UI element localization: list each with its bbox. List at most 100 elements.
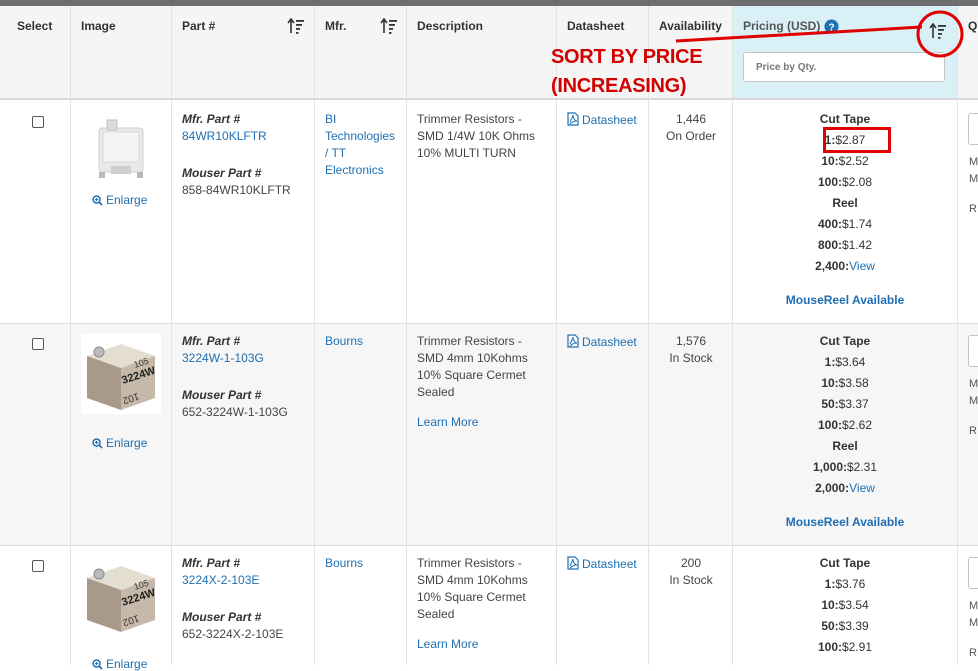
sort-price-icon[interactable] bbox=[929, 23, 947, 39]
datasheet-link[interactable]: Datasheet bbox=[567, 556, 637, 571]
enlarge-link[interactable]: Enlarge bbox=[92, 193, 147, 207]
right-edge-text: M bbox=[969, 600, 978, 612]
mouser-part-label: Mouser Part # bbox=[182, 166, 262, 180]
datasheet-label: Datasheet bbox=[582, 113, 637, 127]
reel-label: Reel bbox=[832, 196, 858, 210]
price-by-qty-input[interactable] bbox=[743, 52, 945, 82]
cut-tape-label: Cut Tape bbox=[819, 334, 871, 348]
svg-text:?: ? bbox=[828, 22, 834, 33]
quantity-input[interactable] bbox=[968, 557, 978, 589]
right-edge-text: M bbox=[969, 395, 978, 407]
datasheet-label: Datasheet bbox=[582, 335, 637, 349]
row-select-checkbox[interactable] bbox=[32, 560, 44, 572]
header-select: Select bbox=[17, 19, 53, 33]
header-availability[interactable]: Availability bbox=[659, 19, 722, 33]
header-quantity: Q bbox=[968, 19, 978, 33]
col-divider bbox=[556, 6, 557, 665]
description-line: Sealed bbox=[417, 607, 455, 621]
col-divider bbox=[406, 6, 407, 665]
description: Trimmer Resistors - SMD 1/4W 10K Ohms 10… bbox=[417, 111, 547, 162]
manufacturer-link[interactable]: BI Technologies / TT Electronics bbox=[325, 111, 403, 179]
datasheet-label: Datasheet bbox=[582, 557, 637, 571]
mfr-part-block: Mfr. Part # 84WR10KLFTR Mouser Part # 85… bbox=[182, 111, 291, 199]
manufacturer-link[interactable]: Bourns bbox=[325, 333, 403, 350]
header-image: Image bbox=[81, 19, 116, 33]
header-description: Description bbox=[417, 19, 484, 33]
mfr-part-link[interactable]: 3224X-2-103E bbox=[182, 572, 283, 589]
availability-status: In Stock bbox=[669, 351, 713, 365]
availability-qty: 1,576 bbox=[675, 334, 707, 348]
row-select-checkbox[interactable] bbox=[32, 116, 44, 128]
quantity-input[interactable] bbox=[968, 113, 978, 145]
pdf-icon bbox=[567, 334, 579, 348]
mfr-line: / TT bbox=[325, 146, 347, 160]
right-edge-text: R bbox=[969, 203, 977, 215]
learn-more-link[interactable]: Learn More bbox=[417, 414, 547, 431]
description-line: SMD 4mm 10Kohms bbox=[417, 573, 528, 587]
price-break: 100:$2.91 bbox=[817, 640, 873, 654]
enlarge-link[interactable]: Enlarge bbox=[92, 657, 147, 671]
datasheet-link[interactable]: Datasheet bbox=[567, 112, 637, 127]
learn-more-link[interactable]: Learn More bbox=[417, 636, 547, 653]
mouser-part-number: 652-3224W-1-103G bbox=[182, 405, 288, 419]
annotation-text: (INCREASING) bbox=[551, 75, 687, 97]
mfr-part-label: Mfr. Part # bbox=[182, 334, 241, 348]
quantity-input[interactable] bbox=[968, 335, 978, 367]
price-break: 1:$3.76 bbox=[824, 577, 866, 591]
price-breaks: Cut Tape 1:$3.64 10:$3.58 50:$3.37 100:$… bbox=[733, 333, 957, 501]
header-pricing[interactable]: Pricing (USD) bbox=[743, 19, 820, 33]
enlarge-link[interactable]: Enlarge bbox=[92, 436, 147, 450]
row-divider bbox=[0, 323, 978, 324]
datasheet-link[interactable]: Datasheet bbox=[567, 334, 637, 349]
description-line: Sealed bbox=[417, 385, 455, 399]
row-select-checkbox[interactable] bbox=[32, 338, 44, 350]
mfr-line: Technologies bbox=[325, 129, 396, 143]
info-icon[interactable]: ? bbox=[824, 19, 839, 34]
view-pricing-link[interactable]: View bbox=[849, 481, 875, 495]
price-breaks: Cut Tape 1:$3.76 10:$3.54 50:$3.39 100:$… bbox=[733, 555, 957, 660]
mouser-part-label: Mouser Part # bbox=[182, 610, 262, 624]
pdf-icon bbox=[567, 556, 579, 570]
zoom-icon bbox=[92, 195, 103, 206]
sort-mfr-icon[interactable] bbox=[380, 18, 398, 34]
mfr-part-link[interactable]: 3224W-1-103G bbox=[182, 350, 288, 367]
price-break: 10:$3.58 bbox=[821, 376, 869, 390]
header-part[interactable]: Part # bbox=[182, 19, 215, 33]
description-line: SMD 1/4W 10K Ohms bbox=[417, 129, 536, 143]
enlarge-label: Enlarge bbox=[106, 193, 148, 207]
mousereel-link[interactable]: MouseReel Available bbox=[733, 293, 957, 307]
price-break: 10:$2.52 bbox=[821, 154, 869, 168]
availability-status: On Order bbox=[665, 129, 716, 143]
price-break: 50:$3.39 bbox=[821, 619, 869, 633]
sort-part-icon[interactable] bbox=[287, 18, 305, 34]
price-break: 1:$3.64 bbox=[824, 355, 866, 369]
header-mfr[interactable]: Mfr. bbox=[325, 19, 346, 33]
product-image[interactable]: 105 3224W 102 bbox=[81, 556, 161, 636]
col-divider bbox=[648, 6, 649, 665]
mfr-line: BI bbox=[325, 112, 337, 126]
product-image[interactable] bbox=[81, 112, 161, 192]
col-divider bbox=[314, 6, 315, 665]
mfr-part-block: Mfr. Part # 3224W-1-103G Mouser Part # 6… bbox=[182, 333, 288, 421]
mouser-part-number: 652-3224X-2-103E bbox=[182, 627, 284, 641]
col-divider bbox=[70, 6, 71, 665]
description-line: Trimmer Resistors - bbox=[417, 112, 522, 126]
highlight-box bbox=[823, 127, 891, 153]
product-image[interactable]: 105 3224W 102 bbox=[81, 334, 161, 414]
mfr-part-link[interactable]: 84WR10KLFTR bbox=[182, 128, 291, 145]
availability: 1,446 On Order bbox=[651, 111, 731, 145]
zoom-icon bbox=[92, 438, 103, 449]
mfr-line: Bourns bbox=[325, 334, 364, 348]
description-line: 10% Square Cermet bbox=[417, 590, 526, 604]
manufacturer-link[interactable]: Bourns bbox=[325, 555, 403, 572]
right-edge-text: M bbox=[969, 617, 978, 629]
description-line: Trimmer Resistors - bbox=[417, 556, 522, 570]
description-line: Trimmer Resistors - bbox=[417, 334, 522, 348]
right-edge-text: M bbox=[969, 173, 978, 185]
right-edge-text: R bbox=[969, 425, 977, 437]
row-divider bbox=[0, 545, 978, 546]
price-break: 2,400:View bbox=[815, 259, 875, 273]
mousereel-link[interactable]: MouseReel Available bbox=[733, 515, 957, 529]
view-pricing-link[interactable]: View bbox=[849, 259, 875, 273]
mouser-part-label: Mouser Part # bbox=[182, 388, 262, 402]
